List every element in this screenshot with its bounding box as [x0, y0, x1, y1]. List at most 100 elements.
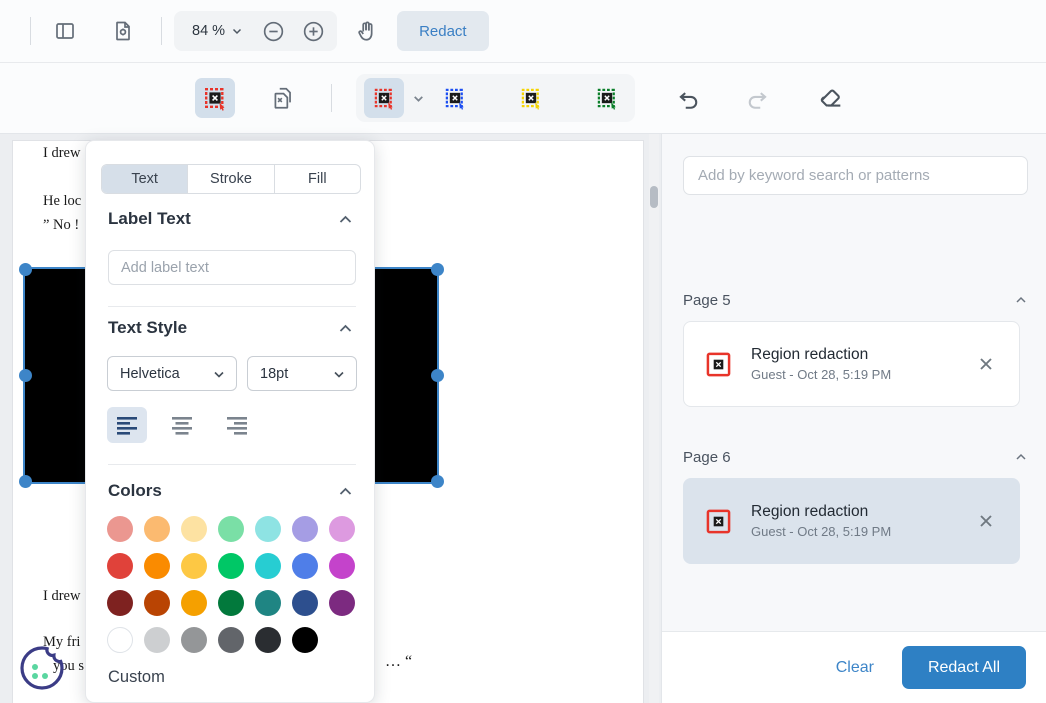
color-swatch[interactable] [107, 590, 133, 616]
color-swatch[interactable] [107, 553, 133, 579]
page-redaction-tool[interactable] [263, 78, 303, 118]
page-group-header-5[interactable]: Page 5 [683, 289, 1028, 311]
redaction-color-red[interactable] [364, 78, 404, 118]
tab-text[interactable]: Text [102, 165, 188, 193]
color-swatch[interactable] [255, 590, 281, 616]
color-swatch[interactable] [107, 516, 133, 542]
pan-tool-button[interactable] [347, 11, 387, 51]
color-swatch[interactable] [144, 553, 170, 579]
chevron-up-icon [1014, 450, 1028, 464]
page-group-label: Page 6 [683, 449, 731, 466]
tab-fill[interactable]: Fill [275, 165, 360, 193]
region-redaction-green-icon [595, 86, 619, 110]
redaction-item-subtitle: Guest - Oct 28, 5:19 PM [751, 523, 975, 541]
color-swatch[interactable] [218, 516, 244, 542]
align-center-button[interactable] [162, 407, 202, 443]
hand-pan-icon [354, 18, 380, 44]
redaction-item[interactable]: Region redaction Guest - Oct 28, 5:19 PM [683, 478, 1020, 564]
text-style-section-header[interactable]: Text Style [108, 318, 354, 338]
eraser-button[interactable] [811, 78, 851, 118]
colors-section-header[interactable]: Colors [108, 481, 354, 501]
resize-handle-bottom-right[interactable] [431, 475, 444, 488]
color-swatch[interactable] [181, 627, 207, 653]
label-text-input[interactable] [108, 250, 356, 285]
zoom-level-value: 84 % [192, 23, 225, 39]
close-icon[interactable] [975, 353, 997, 375]
page-group-label: Page 5 [683, 292, 731, 309]
redaction-item-title: Region redaction [751, 345, 975, 366]
redaction-color-tools [356, 74, 635, 122]
region-redaction-tool[interactable] [195, 78, 235, 118]
custom-color-button[interactable]: Custom [108, 668, 165, 687]
zoom-in-button[interactable] [293, 11, 333, 51]
region-redaction-red-icon [372, 86, 396, 110]
color-swatch[interactable] [181, 590, 207, 616]
font-size-select[interactable]: 18pt [247, 356, 357, 391]
resize-handle-right-middle[interactable] [431, 369, 444, 382]
color-swatch[interactable] [255, 553, 281, 579]
align-right-button[interactable] [217, 407, 257, 443]
color-swatch[interactable] [218, 553, 244, 579]
search-input[interactable] [683, 156, 1028, 195]
color-swatch[interactable] [292, 553, 318, 579]
color-swatch[interactable] [218, 590, 244, 616]
zoom-level-dropdown[interactable]: 84 % [178, 11, 253, 51]
document-scrollbar-thumb[interactable] [650, 186, 658, 208]
eraser-icon [817, 84, 845, 112]
color-swatch[interactable] [292, 590, 318, 616]
resize-handle-left-middle[interactable] [19, 369, 32, 382]
font-family-select[interactable]: Helvetica [107, 356, 237, 391]
tab-stroke[interactable]: Stroke [188, 165, 274, 193]
redaction-color-green[interactable] [587, 78, 627, 118]
region-redaction-yellow-icon [519, 86, 543, 110]
color-swatch[interactable] [181, 553, 207, 579]
align-left-button[interactable] [107, 407, 147, 443]
redaction-color-dropdown[interactable] [412, 92, 425, 105]
document-gear-icon[interactable] [103, 11, 143, 51]
color-swatch[interactable] [144, 516, 170, 542]
toolbar-divider-2 [161, 17, 162, 45]
redaction-color-blue[interactable] [435, 78, 475, 118]
top-toolbar: 84 % Redact [0, 0, 1046, 63]
color-swatch[interactable] [144, 627, 170, 653]
align-right-icon [226, 415, 248, 435]
document-scrollbar-track[interactable] [649, 134, 659, 703]
color-swatch[interactable] [292, 627, 318, 653]
resize-handle-top-right[interactable] [431, 263, 444, 276]
page-group-header-6[interactable]: Page 6 [683, 446, 1028, 468]
color-swatch[interactable] [107, 627, 133, 653]
close-icon[interactable] [975, 510, 997, 532]
chevron-down-icon [231, 25, 243, 37]
resize-handle-bottom-left[interactable] [19, 475, 32, 488]
redaction-item-subtitle: Guest - Oct 28, 5:19 PM [751, 366, 975, 384]
clear-button[interactable]: Clear [830, 658, 880, 678]
app-root: 84 % Redact [0, 0, 1046, 703]
color-swatch[interactable] [144, 590, 170, 616]
color-swatch[interactable] [329, 516, 355, 542]
sidebar-toggle-icon[interactable] [45, 11, 85, 51]
font-family-value: Helvetica [120, 366, 180, 382]
undo-button[interactable] [669, 78, 709, 118]
redo-button[interactable] [737, 78, 777, 118]
zoom-out-button[interactable] [253, 11, 293, 51]
color-swatch[interactable] [218, 627, 244, 653]
redact-button[interactable]: Redact [397, 11, 489, 51]
page-redaction-icon [270, 85, 296, 111]
minus-circle-icon [261, 19, 286, 44]
color-swatch[interactable] [255, 516, 281, 542]
color-swatch[interactable] [329, 553, 355, 579]
resize-handle-top-left[interactable] [19, 263, 32, 276]
color-swatch[interactable] [292, 516, 318, 542]
chevron-up-icon [337, 320, 354, 337]
chevron-up-icon [337, 211, 354, 228]
cookie-consent-icon[interactable] [14, 640, 70, 696]
popup-divider-1 [108, 306, 356, 307]
color-swatch[interactable] [329, 590, 355, 616]
redaction-item-title: Region redaction [751, 502, 975, 523]
redaction-color-yellow[interactable] [511, 78, 551, 118]
color-swatch[interactable] [181, 516, 207, 542]
label-text-section-header[interactable]: Label Text [108, 209, 354, 229]
redact-all-button[interactable]: Redact All [902, 646, 1026, 689]
redaction-item[interactable]: Region redaction Guest - Oct 28, 5:19 PM [683, 321, 1020, 407]
color-swatch[interactable] [255, 627, 281, 653]
